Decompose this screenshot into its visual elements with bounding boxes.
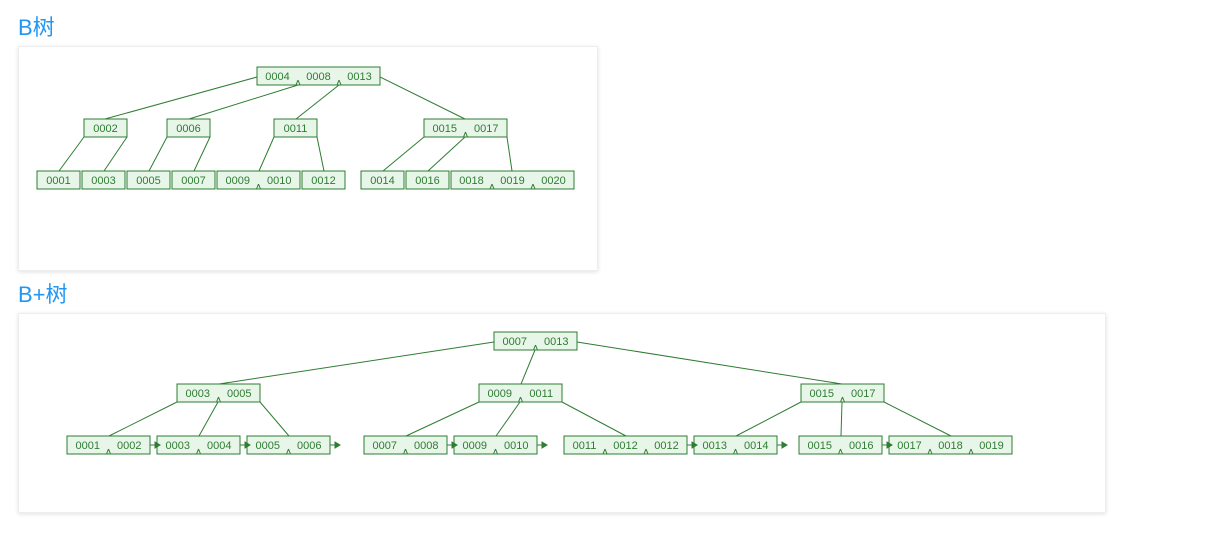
bplus-card: 0007 0013 0003 0005 0009 0011 0015 0017 0001 0002… [18, 313, 1106, 513]
node-key: 0011 [529, 388, 553, 400]
node-key: 0014 [744, 440, 768, 452]
node-key: 0014 [370, 175, 394, 187]
leaf-link-arrow [542, 442, 547, 448]
node-key: 0008 [414, 440, 438, 452]
node-key: 0017 [851, 388, 875, 400]
node-key: 0011 [284, 123, 308, 135]
node-key: 0004 [207, 440, 231, 452]
node-key: 0002 [117, 440, 141, 452]
node-key: 0018 [459, 175, 483, 187]
node-key: 0006 [297, 440, 321, 452]
node-key: 0007 [373, 440, 397, 452]
node-key: 0006 [176, 123, 200, 135]
node-key: 0017 [474, 123, 498, 135]
bplus-title: B+树 [18, 277, 1209, 309]
node-key: 0001 [46, 175, 70, 187]
node-key: 0008 [306, 71, 330, 83]
node-key: 0005 [136, 175, 160, 187]
node-key: 0002 [93, 123, 117, 135]
node-key: 0015 [810, 388, 834, 400]
node-key: 0009 [226, 175, 250, 187]
bplus-diagram: 0007 0013 0003 0005 0009 0011 0015 0017 0001 0002… [29, 324, 1097, 474]
node-key: 0019 [500, 175, 524, 187]
node-key: 0010 [267, 175, 291, 187]
node-key: 0019 [979, 440, 1003, 452]
node-key: 0015 [433, 123, 457, 135]
node-key: 0016 [415, 175, 439, 187]
leaf-link-arrow [335, 442, 340, 448]
node-key: 0013 [544, 336, 568, 348]
node-key: 0013 [703, 440, 727, 452]
node-key: 0003 [186, 388, 210, 400]
node-key: 0007 [181, 175, 205, 187]
node-key: 0012 [613, 440, 637, 452]
node-key: 0020 [541, 175, 565, 187]
node-key: 0009 [488, 388, 512, 400]
node-key: 0018 [938, 440, 962, 452]
node-key: 0016 [849, 440, 873, 452]
node-key: 0013 [347, 71, 371, 83]
node-key: 0015 [808, 440, 832, 452]
leaf-link-arrow [782, 442, 787, 448]
node-key: 0012 [654, 440, 678, 452]
btree-diagram: 0004 0008 0013 0002 0006 0011 0015 0017 0001 0003… [29, 57, 589, 207]
btree-card: 0004 0008 0013 0002 0006 0011 0015 0017 0001 0003… [18, 46, 598, 271]
node-key: 0001 [76, 440, 100, 452]
btree-title: B树 [18, 10, 1209, 42]
node-key: 0003 [91, 175, 115, 187]
node-key: 0007 [503, 336, 527, 348]
node-key: 0017 [897, 440, 921, 452]
node-key: 0011 [573, 440, 597, 452]
node-key: 0012 [311, 175, 335, 187]
node-key: 0009 [463, 440, 487, 452]
node-key: 0003 [166, 440, 190, 452]
node-key: 0005 [227, 388, 251, 400]
node-key: 0005 [256, 440, 280, 452]
node-key: 0004 [265, 71, 289, 83]
node-key: 0010 [504, 440, 528, 452]
